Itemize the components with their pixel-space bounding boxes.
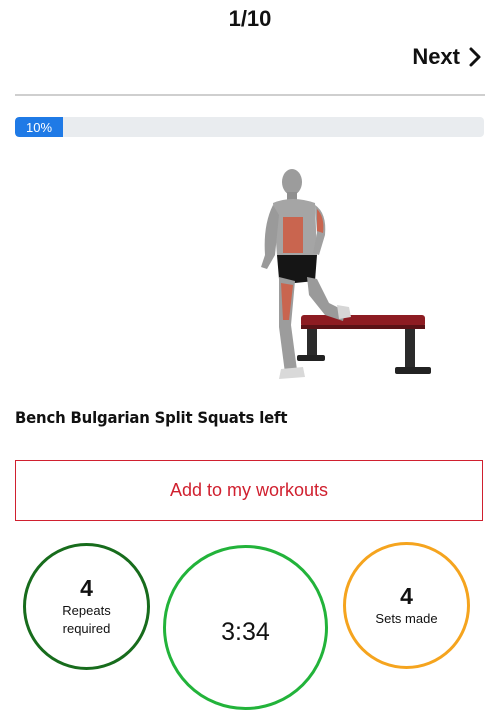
next-label: Next <box>412 44 460 69</box>
add-to-workouts-button[interactable]: Add to my workouts <box>15 460 483 521</box>
header-divider <box>15 94 485 96</box>
progress-fill: 10% <box>15 117 63 137</box>
repeats-label: Repeats required <box>62 602 111 636</box>
exercise-title: Bench Bulgarian Split Squats left <box>15 408 288 427</box>
progress-bar: 10% <box>15 117 484 137</box>
chevron-right-icon <box>468 46 482 68</box>
exercise-counter: 1/10 <box>228 6 272 31</box>
sets-label: Sets made <box>375 610 438 626</box>
timer-value: 3:34 <box>221 618 270 646</box>
sets-stat: 4 Sets made <box>343 542 470 669</box>
exercise-illustration <box>245 155 445 390</box>
repeats-stat: 4 Repeats required <box>23 543 150 670</box>
repeats-value: 4 <box>80 574 93 601</box>
sets-value: 4 <box>400 582 413 609</box>
timer-stat[interactable]: 3:34 <box>163 545 328 710</box>
progress-label: 10% <box>25 119 53 135</box>
next-button[interactable]: Next <box>412 40 482 74</box>
